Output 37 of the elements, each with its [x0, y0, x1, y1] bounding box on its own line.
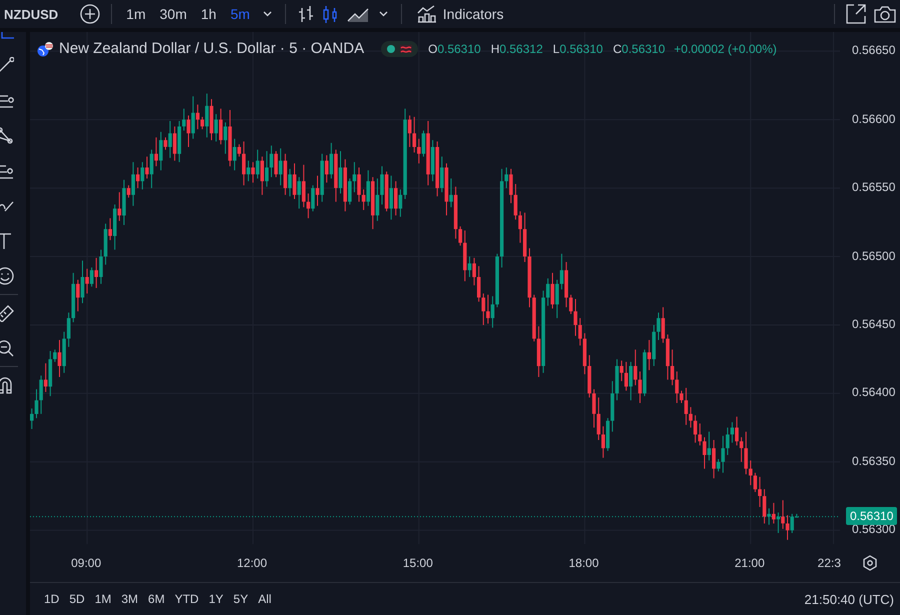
range-button[interactable]: 5D: [65, 590, 89, 608]
price-label: 0.56650: [852, 43, 896, 58]
range-button[interactable]: 1D: [40, 590, 64, 608]
time-label: 15:00: [402, 556, 433, 570]
ohlc-value: C0.56310: [612, 42, 666, 56]
price-label: 0.56300: [852, 522, 896, 536]
price-label: 0.56600: [852, 112, 896, 126]
price-label: 0.56450: [852, 316, 896, 331]
ohlc-value: L0.56310: [552, 42, 603, 56]
range-button[interactable]: 1M: [90, 590, 116, 608]
price-label: 0.56550: [852, 180, 896, 194]
range-button[interactable]: 1Y: [204, 590, 228, 608]
interval-button[interactable]: 5m: [227, 4, 253, 24]
price-label: 0.56350: [852, 454, 896, 468]
time-label: 21:00: [734, 556, 765, 570]
range-button[interactable]: YTD: [170, 590, 203, 608]
time-label: 22:3: [818, 556, 841, 570]
last-price-badge: 0.56310: [846, 506, 898, 525]
symbol-label[interactable]: NZDUSD: [4, 6, 58, 22]
range-button[interactable]: 5Y: [229, 590, 252, 608]
indicators-button[interactable]: Indicators: [412, 3, 508, 25]
interval-button[interactable]: 1m: [123, 4, 149, 24]
ohlc-value: O0.56310: [428, 42, 481, 56]
price-change: +0.00002 (+0.00%): [674, 42, 777, 56]
price-label: 0.56400: [852, 385, 896, 400]
range-button[interactable]: 3M: [117, 590, 142, 608]
time-label: 18:00: [568, 556, 599, 570]
range-button[interactable]: All: [254, 590, 276, 608]
symbol-title: New Zealand Dollar / U.S. Dollar · 5 · OANDA: [59, 40, 364, 57]
time-label: 12:00: [237, 556, 268, 570]
range-button[interactable]: 6M: [144, 590, 169, 608]
interval-button[interactable]: 1h: [198, 4, 220, 24]
interval-button[interactable]: 30m: [156, 4, 190, 24]
price-label: 0.56500: [852, 248, 896, 262]
ohlc-value: H0.56312: [490, 42, 543, 56]
clock-label[interactable]: 21:50:40 (UTC): [804, 592, 894, 606]
time-label: 09:00: [71, 556, 102, 570]
